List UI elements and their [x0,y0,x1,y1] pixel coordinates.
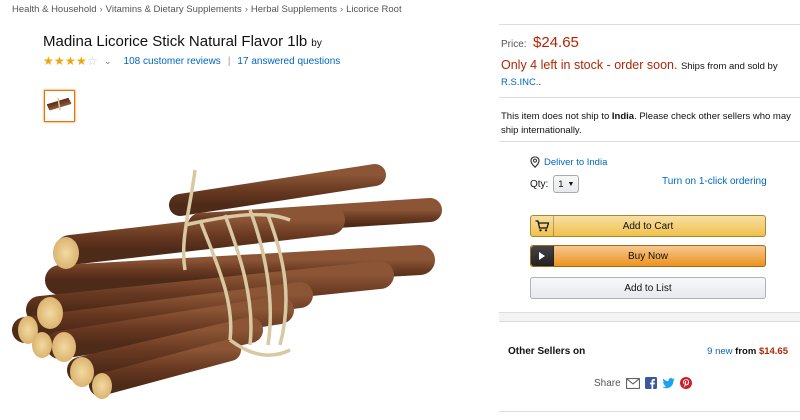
star-icon: ★ [54,54,65,68]
other-sellers-price: $14.65 [758,346,788,357]
add-to-cart-button[interactable]: Add to Cart [530,215,766,237]
buy-now-label: Buy Now [627,250,668,262]
price-row: Price: $24.65 [501,34,579,52]
seller-suffix: . [538,77,542,88]
price-value: $24.65 [533,34,579,51]
stock-message: Only 4 left in stock - order soon. Ships… [501,58,796,90]
ship-note-country: India [611,111,635,122]
dropdown-arrow-icon: ▼ [567,180,575,188]
add-to-list-label: Add to List [624,282,672,294]
price-label: Price: [501,39,527,50]
buy-now-button[interactable]: Buy Now [530,245,766,267]
star-icon: ★ [43,54,54,68]
star-icon: ☆ [87,54,98,68]
breadcrumb-item-licorice-root[interactable]: Licorice Root [346,4,401,15]
deliver-to-row[interactable]: Deliver to India [530,156,607,168]
other-sellers-label: Other Sellers on [508,346,586,357]
shipping-note: This item does not ship to India. Please… [501,110,797,138]
star-icon: ★ [76,54,87,68]
quantity-label: Qty: [530,178,549,190]
quantity-select[interactable]: 1 ▼ [553,175,580,193]
stock-text: Only 4 left in stock - order soon. [501,58,678,72]
product-title-text: Madina Licorice Stick Natural Flavor 1lb [43,33,308,50]
deliver-to-link[interactable]: Deliver to India [544,157,607,168]
divider [499,141,800,142]
divider [499,97,800,98]
email-icon[interactable] [625,377,640,389]
add-to-list-button[interactable]: Add to List [530,277,766,299]
star-rating[interactable]: ★ ★ ★ ★ ☆ [43,55,98,67]
share-label: Share [594,377,621,389]
customer-reviews-link[interactable]: 108 customer reviews [124,56,221,67]
breadcrumb-item-health-household[interactable]: Health & Household [12,4,97,15]
ship-note-prefix: This item does not ship to [501,111,612,122]
answered-questions-link[interactable]: 17 answered questions [237,56,340,67]
ships-from-text: Ships from and sold by [680,61,778,72]
breadcrumb-separator: › [244,4,248,15]
from-label: from [735,346,757,357]
seller-link[interactable]: R.S.INC. [501,77,538,88]
play-icon [531,246,554,266]
one-click-ordering-link[interactable]: Turn on 1-click ordering [662,176,767,187]
divider: | [227,55,231,67]
breadcrumb-item-vitamins[interactable]: Vitamins & Dietary Supplements [106,4,242,15]
quantity-row: Qty: 1 ▼ [530,175,580,193]
quantity-value: 1 [558,178,564,190]
by-label: by [311,38,322,49]
other-sellers-offer: 9 new from $14.65 [707,346,788,357]
new-offers-link[interactable]: 9 new [707,346,732,357]
divider [499,411,800,412]
section-divider [499,312,800,322]
location-pin-icon [530,156,540,168]
rating-row: ★ ★ ★ ★ ☆ ⌄ 108 customer reviews | 17 answer… [43,55,340,67]
licorice-thumbnail-image [47,97,72,111]
product-image[interactable] [0,150,470,410]
buy-box: Price: $24.65 Only 4 left in stock - ord… [499,24,800,420]
divider [499,24,800,25]
cart-icon [531,216,554,236]
product-thumbnail[interactable] [44,90,75,122]
breadcrumb-separator: › [99,4,103,15]
chevron-down-icon[interactable]: ⌄ [104,56,112,67]
product-title: Madina Licorice Stick Natural Flavor 1lb… [43,33,322,50]
breadcrumb-separator: › [339,4,344,15]
breadcrumb: Health & Household › Vitamins & Dietary Su… [12,4,402,15]
twitter-icon[interactable] [662,377,675,389]
add-to-cart-label: Add to Cart [622,220,674,232]
facebook-icon[interactable] [644,377,657,389]
star-icon: ★ [65,54,76,68]
share-row: Share [594,377,697,389]
pinterest-icon[interactable] [679,377,692,389]
breadcrumb-item-herbal-supplements[interactable]: Herbal Supplements [251,4,337,15]
